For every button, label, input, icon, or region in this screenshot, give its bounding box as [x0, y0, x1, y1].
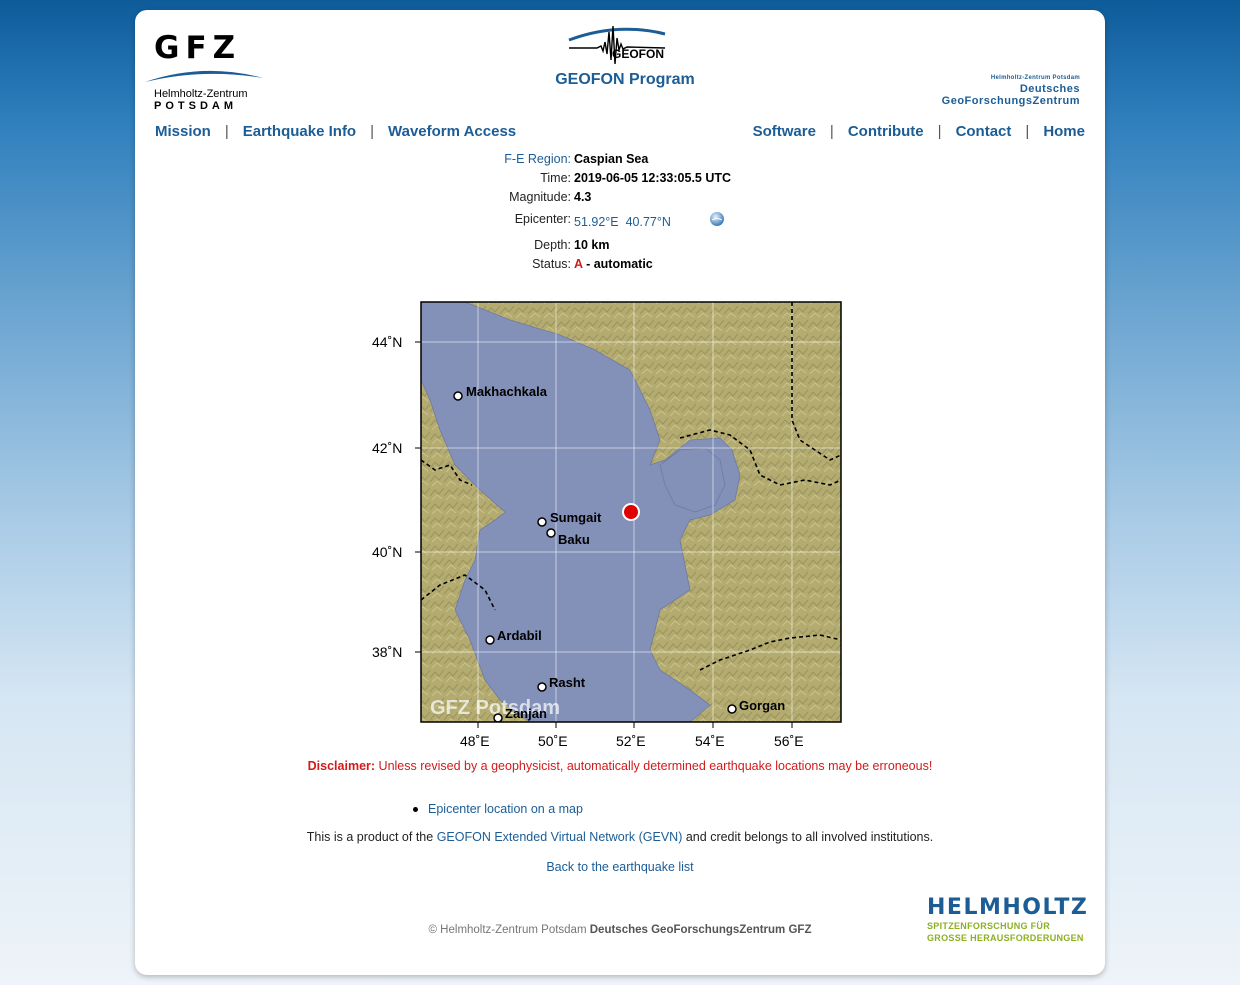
- lon-label: 56˚E: [774, 733, 804, 749]
- magnitude-value: 4.3: [574, 190, 592, 204]
- product-prefix: This is a product of the: [306, 830, 434, 844]
- lon-label: 50˚E: [538, 733, 568, 749]
- epicenter-value: 51.92°E 40.77°N: [574, 215, 671, 229]
- lat-label: 42˚N: [372, 440, 402, 456]
- city-gorgan: Gorgan: [739, 698, 785, 713]
- epicenter-map-list-item: Epicenter location on a map: [413, 802, 583, 816]
- lat-label: 40˚N: [372, 544, 402, 560]
- lon-label: 48˚E: [460, 733, 490, 749]
- program-title: GEOFON Program: [555, 71, 695, 88]
- lon-label: 54˚E: [695, 733, 725, 749]
- row-epicenter: Epicenter: 51.92°E 40.77°N: [285, 209, 785, 238]
- nav-waveform-access[interactable]: Waveform Access: [388, 123, 516, 140]
- helmholtz-logo[interactable]: HELMHOLTZ SPITZENFORSCHUNG FÜR GROSSE HE…: [927, 895, 1088, 944]
- status-value: A - automatic: [574, 257, 653, 271]
- status-label: Status:: [532, 257, 571, 271]
- gfz-logo-letters: GFZ: [154, 30, 242, 66]
- helmholtz-sub1: SPITZENFORSCHUNG FÜR: [927, 921, 1050, 931]
- nav-separator: |: [224, 123, 229, 140]
- globe-icon[interactable]: [709, 211, 725, 227]
- nav-separator: |: [1025, 123, 1030, 140]
- product-credit: This is a product of the GEOFON Extended…: [135, 830, 1105, 844]
- gfz-swoosh-icon: [145, 70, 263, 82]
- seismogram-icon: [568, 25, 666, 65]
- city-marker: [485, 635, 495, 645]
- row-status: Status: A - automatic: [285, 257, 785, 276]
- helmholtz-sub2: GROSSE HERAUSFORDERUNGEN: [927, 933, 1084, 943]
- time-value: 2019-06-05 12:33:05.5 UTC: [574, 171, 732, 185]
- magnitude-label: Magnitude:: [509, 190, 571, 204]
- city-marker: [546, 528, 556, 538]
- nav-separator: |: [370, 123, 375, 140]
- bullet-icon: [413, 807, 418, 813]
- dgfz-line1: Helmholtz-Zentrum Potsdam: [990, 75, 1080, 81]
- gevn-link[interactable]: GEOFON Extended Virtual Network (GEVN): [437, 830, 683, 844]
- gfz-logo-sub2: POTSDAM: [154, 100, 237, 112]
- epicenter-lon[interactable]: 51.92°E: [574, 215, 619, 229]
- epicenter-label: Epicenter:: [514, 212, 571, 226]
- geofon-logo-text: GEOFON: [612, 47, 665, 61]
- status-code: A: [574, 257, 583, 271]
- nav-separator: |: [829, 123, 834, 140]
- event-info: F-E Region: Caspian Sea Time: 2019-06-05…: [285, 152, 785, 276]
- nav-earthquake-info[interactable]: Earthquake Info: [243, 123, 356, 140]
- city-marker: [537, 682, 547, 692]
- epicenter-map-link[interactable]: Epicenter location on a map: [428, 802, 583, 816]
- lat-label: 38˚N: [372, 644, 402, 660]
- row-fe-region: F-E Region: Caspian Sea: [285, 152, 785, 171]
- time-label: Time:: [540, 171, 571, 185]
- city-marker: [727, 704, 737, 714]
- epicenter-lat[interactable]: 40.77°N: [626, 215, 671, 229]
- lat-label: 44˚N: [372, 334, 402, 350]
- back-to-list-link[interactable]: Back to the earthquake list: [546, 860, 693, 874]
- row-time: Time: 2019-06-05 12:33:05.5 UTC: [285, 171, 785, 190]
- city-zanjan: Zanjan: [505, 706, 547, 721]
- disclaimer: Disclaimer: Unless revised by a geophysi…: [135, 759, 1105, 773]
- gfz-logo-sub1: Helmholtz-Zentrum: [154, 88, 248, 100]
- nav-contact[interactable]: Contact: [956, 123, 1012, 140]
- depth-value: 10 km: [574, 238, 610, 252]
- status-text: - automatic: [586, 257, 653, 271]
- depth-label: Depth:: [534, 238, 571, 252]
- row-depth: Depth: 10 km: [285, 238, 785, 257]
- back-link-container: Back to the earthquake list: [135, 860, 1105, 874]
- helmholtz-title: HELMHOLTZ: [927, 895, 1089, 920]
- city-ardabil: Ardabil: [497, 628, 542, 643]
- dgfz-line3: GeoForschungsZentrum: [941, 95, 1080, 107]
- disclaimer-label: Disclaimer:: [307, 759, 376, 773]
- city-marker: [537, 517, 547, 527]
- product-suffix: and credit belongs to all involved insti…: [685, 830, 934, 844]
- city-marker: [493, 713, 503, 722]
- fe-region-label[interactable]: F-E Region:: [504, 152, 571, 166]
- gfz-logo[interactable]: GFZ Helmholtz-Zentrum POTSDAM: [143, 30, 263, 115]
- lon-label: 52˚E: [616, 733, 646, 749]
- city-marker: [453, 391, 463, 401]
- dgfz-logo[interactable]: Helmholtz-Zentrum Potsdam Deutsches GeoF…: [942, 75, 1080, 107]
- city-rasht: Rasht: [549, 675, 586, 690]
- epicenter-map[interactable]: GFZ Potsdam Makhachkala Sumgait Baku Ard…: [360, 290, 860, 750]
- fe-region-value: Caspian Sea: [574, 152, 649, 166]
- nav-mission[interactable]: Mission: [155, 123, 211, 140]
- nav-separator: |: [937, 123, 942, 140]
- nav-left: Mission | Earthquake Info | Waveform Access: [155, 123, 516, 140]
- dgfz-line2: Deutsches: [1019, 83, 1080, 95]
- city-sumgait: Sumgait: [550, 510, 602, 525]
- geofon-logo[interactable]: [567, 20, 667, 70]
- epicenter-marker[interactable]: [622, 503, 640, 521]
- nav-software[interactable]: Software: [753, 123, 816, 140]
- nav-right: Software | Contribute | Contact | Home: [753, 123, 1085, 140]
- copyright-bold: Deutsches GeoForschungsZentrum GFZ: [589, 924, 812, 936]
- disclaimer-text: Unless revised by a geophysicist, automa…: [378, 759, 933, 773]
- copyright-prefix: © Helmholtz-Zentrum Potsdam: [428, 924, 587, 936]
- page-card: GFZ Helmholtz-Zentrum POTSDAM GEOFON GEO…: [135, 10, 1105, 975]
- row-magnitude: Magnitude: 4.3: [285, 190, 785, 209]
- city-makhachkala: Makhachkala: [466, 384, 548, 399]
- nav-home[interactable]: Home: [1043, 123, 1085, 140]
- nav-contribute[interactable]: Contribute: [848, 123, 924, 140]
- city-baku: Baku: [558, 532, 590, 547]
